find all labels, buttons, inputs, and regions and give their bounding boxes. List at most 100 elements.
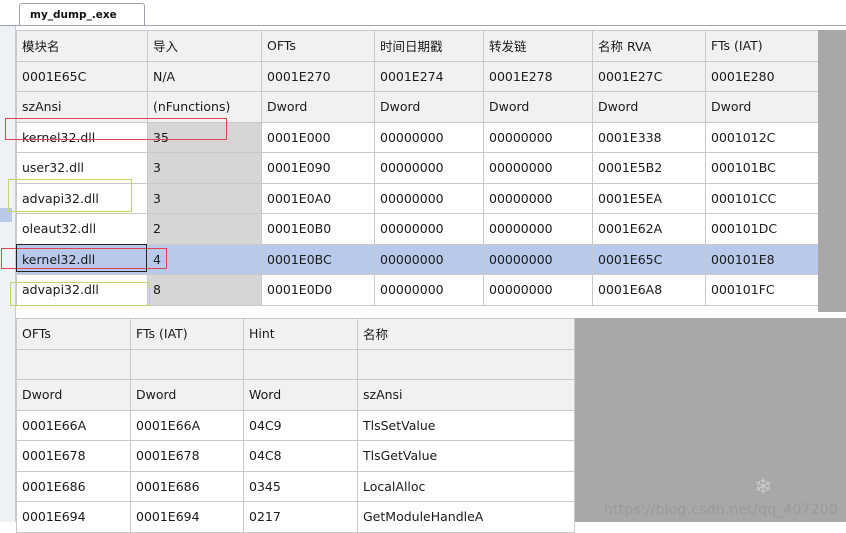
offset-row[interactable]: 0001E65C N/A 0001E270 0001E274 0001E278 0001E…	[16, 60, 819, 92]
cell[interactable]: 0001E270	[261, 60, 375, 92]
offset-row[interactable]	[16, 348, 575, 380]
cell[interactable]: 0001E678	[130, 440, 244, 472]
cell[interactable]: 0001E0BC	[261, 243, 375, 275]
cell[interactable]: 0001E278	[483, 60, 593, 92]
cell[interactable]: 0345	[243, 470, 358, 502]
cell[interactable]: 00000000	[374, 182, 484, 214]
cell[interactable]: TlsGetValue	[357, 440, 575, 472]
cell[interactable]: 名称	[357, 318, 575, 350]
cell[interactable]: N/A	[147, 60, 262, 92]
cell[interactable]	[130, 348, 244, 380]
cell[interactable]: Dword	[16, 379, 131, 411]
cell[interactable]: 00000000	[483, 182, 593, 214]
cell[interactable]: 0001E686	[16, 470, 131, 502]
cell[interactable]: 0001E6A8	[592, 274, 706, 306]
table-row[interactable]: 0001E678 0001E678 04C8 TlsGetValue	[16, 440, 575, 472]
cell[interactable]: OFTs	[16, 318, 131, 350]
cell[interactable]: 导入	[147, 30, 262, 62]
cell[interactable]: 000101CC	[705, 182, 819, 214]
cell[interactable]: 0001E280	[705, 60, 819, 92]
cell[interactable]: 0001E678	[16, 440, 131, 472]
cell[interactable]: advapi32.dll	[16, 182, 148, 214]
table-row[interactable]: advapi32.dll 8 0001E0D0 00000000 00000000 000…	[16, 274, 819, 306]
cell[interactable]: advapi32.dll	[16, 274, 148, 306]
cell[interactable]: 000101E8	[705, 243, 819, 275]
cell[interactable]: 3	[147, 152, 262, 184]
cell[interactable]: kernel32.dll	[16, 243, 148, 275]
cell[interactable]: 00000000	[483, 243, 593, 275]
cell[interactable]: 00000000	[483, 274, 593, 306]
cell[interactable]: 0001E5B2	[592, 152, 706, 184]
cell[interactable]: 000101DC	[705, 213, 819, 245]
cell[interactable]: Dword	[261, 91, 375, 123]
cell[interactable]: 4	[147, 243, 262, 275]
cell[interactable]: 名称 RVA	[592, 30, 706, 62]
table-row[interactable]: user32.dll 3 0001E090 00000000 00000000 0001E…	[16, 152, 819, 184]
cell[interactable]: 04C8	[243, 440, 358, 472]
cell[interactable]: 00000000	[374, 152, 484, 184]
table-row[interactable]: oleaut32.dll 2 0001E0B0 00000000 00000000 000…	[16, 213, 819, 245]
cell[interactable]: 0001E0B0	[261, 213, 375, 245]
cell[interactable]: 0001E66A	[16, 409, 131, 441]
cell[interactable]: 转发链	[483, 30, 593, 62]
cell[interactable]: Dword	[592, 91, 706, 123]
cell[interactable]: 0001E27C	[592, 60, 706, 92]
type-row[interactable]: Dword Dword Word szAnsi	[16, 379, 575, 411]
top-scroll-area[interactable]	[818, 30, 846, 312]
cell[interactable]: LocalAlloc	[357, 470, 575, 502]
cell[interactable]: 0001E274	[374, 60, 484, 92]
cell[interactable]: 8	[147, 274, 262, 306]
cell[interactable]: (nFunctions)	[147, 91, 262, 123]
cell[interactable]: 04C9	[243, 409, 358, 441]
cell[interactable]: 00000000	[483, 152, 593, 184]
cell[interactable]	[357, 348, 575, 380]
cell[interactable]: 00000000	[483, 121, 593, 153]
cell[interactable]: 00000000	[374, 243, 484, 275]
cell[interactable]: 0001E62A	[592, 213, 706, 245]
cell[interactable]: Word	[243, 379, 358, 411]
cell[interactable]: 00000000	[483, 213, 593, 245]
cell[interactable]: 0001E000	[261, 121, 375, 153]
header-row[interactable]: 模块名 导入 OFTs 时间日期戳 转发链 名称 RVA FTs (IAT)	[16, 30, 819, 62]
cell[interactable]: GetModuleHandleA	[357, 501, 575, 533]
table-row[interactable]: 0001E66A 0001E66A 04C9 TlsSetValue	[16, 409, 575, 441]
cell[interactable]: 0001E65C	[16, 60, 148, 92]
header-row[interactable]: OFTs FTs (IAT) Hint 名称	[16, 318, 575, 350]
type-row[interactable]: szAnsi (nFunctions) Dword Dword Dword Dword Dw…	[16, 91, 819, 123]
table-row[interactable]: 0001E686 0001E686 0345 LocalAlloc	[16, 470, 575, 502]
cell[interactable]: Dword	[483, 91, 593, 123]
table-row[interactable]: kernel32.dll 4 0001E0BC 00000000 00000000 000…	[16, 243, 819, 275]
cell[interactable]: FTs (IAT)	[705, 30, 819, 62]
cell[interactable]	[243, 348, 358, 380]
cell[interactable]: 0001E66A	[130, 409, 244, 441]
cell[interactable]	[16, 348, 131, 380]
cell[interactable]: 0001012C	[705, 121, 819, 153]
cell[interactable]: 0217	[243, 501, 358, 533]
cell[interactable]: 0001E65C	[592, 243, 706, 275]
cell[interactable]: Dword	[130, 379, 244, 411]
cell[interactable]: 000101FC	[705, 274, 819, 306]
cell[interactable]: szAnsi	[16, 91, 148, 123]
cell[interactable]: 00000000	[374, 274, 484, 306]
cell[interactable]: 模块名	[16, 30, 148, 62]
cell[interactable]: 0001E5EA	[592, 182, 706, 214]
cell[interactable]: 3	[147, 182, 262, 214]
cell[interactable]: 0001E686	[130, 470, 244, 502]
cell[interactable]: Dword	[705, 91, 819, 123]
cell[interactable]: Dword	[374, 91, 484, 123]
table-row[interactable]: kernel32.dll 35 0001E000 00000000 00000000 00…	[16, 121, 819, 153]
cell[interactable]: 0001E0A0	[261, 182, 375, 214]
cell[interactable]: Hint	[243, 318, 358, 350]
cell[interactable]: 时间日期戳	[374, 30, 484, 62]
table-row[interactable]: 0001E694 0001E694 0217 GetModuleHandleA	[16, 501, 575, 533]
cell[interactable]: szAnsi	[357, 379, 575, 411]
cell[interactable]: 000101BC	[705, 152, 819, 184]
cell[interactable]: 0001E090	[261, 152, 375, 184]
cell[interactable]: OFTs	[261, 30, 375, 62]
cell[interactable]: user32.dll	[16, 152, 148, 184]
file-tab[interactable]: my_dump_.exe	[19, 3, 145, 25]
cell[interactable]: 00000000	[374, 213, 484, 245]
cell[interactable]: oleaut32.dll	[16, 213, 148, 245]
cell[interactable]: FTs (IAT)	[130, 318, 244, 350]
cell[interactable]: 0001E338	[592, 121, 706, 153]
